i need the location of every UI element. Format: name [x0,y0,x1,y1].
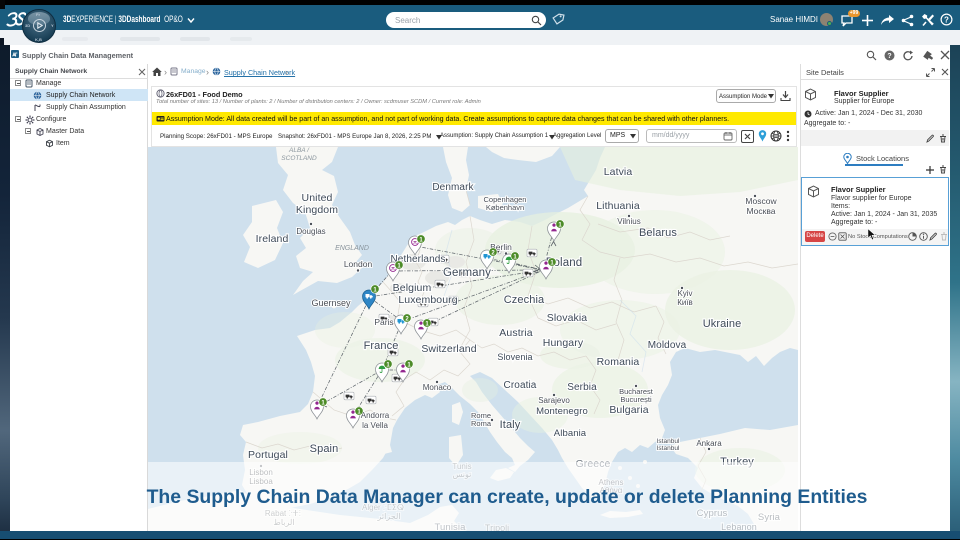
svg-text:Bulgaria: Bulgaria [609,404,648,416]
svg-text:Ankara: Ankara [696,439,722,448]
svg-text:Slovakia: Slovakia [547,312,588,324]
svg-text:Ukraine: Ukraine [703,318,742,330]
svg-text:București: București [620,395,652,404]
svg-text:Montenegro: Montenegro [536,406,588,417]
svg-text:Andorra: Andorra [361,411,390,420]
svg-text:Guernsey: Guernsey [311,298,351,308]
svg-text:?: ? [944,15,949,24]
svg-text:Czechia: Czechia [504,294,545,306]
svg-text:Luxembourg: Luxembourg [398,294,457,306]
svg-text:Croatia: Croatia [504,380,537,391]
svg-text:Spain: Spain [310,443,339,455]
svg-text:ALBA /: ALBA / [288,147,310,154]
svg-text:Portugal: Portugal [248,449,288,461]
svg-text:?: ? [887,53,891,60]
svg-text:Kingdom: Kingdom [296,204,338,216]
svg-text:Hungary: Hungary [543,337,584,349]
svg-text:London: London [344,259,373,269]
svg-text:Kyiv: Kyiv [677,289,692,298]
svg-text:Austria: Austria [499,327,532,339]
svg-text:Москва: Москва [746,206,775,216]
svg-text:Monaco: Monaco [423,383,452,392]
svg-text:SCOTLAND: SCOTLAND [281,155,317,162]
svg-text:ENGLAND: ENGLAND [335,245,369,252]
svg-text:Denmark: Denmark [432,182,474,193]
svg-text:Serbia: Serbia [567,382,597,393]
svg-text:Paris: Paris [374,317,393,327]
svg-text:Lithuania: Lithuania [596,200,640,212]
svg-text:Ireland: Ireland [256,233,289,245]
svg-text:Київ: Київ [677,298,693,307]
svg-text:Sarajevo: Sarajevo [538,396,570,405]
svg-text:Romania: Romania [597,356,640,368]
svg-text:København: København [486,203,524,212]
svg-text:France: France [364,340,399,352]
svg-text:Istanbul: Istanbul [657,445,680,452]
svg-text:Italy: Italy [500,419,521,431]
svg-text:Belarus: Belarus [639,227,677,239]
svg-text:la Vella: la Vella [362,421,388,430]
svg-text:Belgium: Belgium [393,282,432,294]
svg-text:Roma: Roma [471,419,492,428]
svg-text:Switzerland: Switzerland [421,343,476,355]
svg-text:Moldova: Moldova [648,340,687,351]
svg-text:United: United [302,192,333,204]
svg-text:Istanbul: Istanbul [657,438,680,445]
svg-text:Albania: Albania [554,428,587,439]
svg-text:Slovenia: Slovenia [497,352,532,362]
svg-text:Vilnius: Vilnius [617,217,640,226]
svg-text:Latvia: Latvia [604,166,633,178]
svg-text:Douglas: Douglas [296,227,325,236]
svg-text:Germany: Germany [443,267,491,279]
svg-text:Moscow: Moscow [745,196,777,206]
